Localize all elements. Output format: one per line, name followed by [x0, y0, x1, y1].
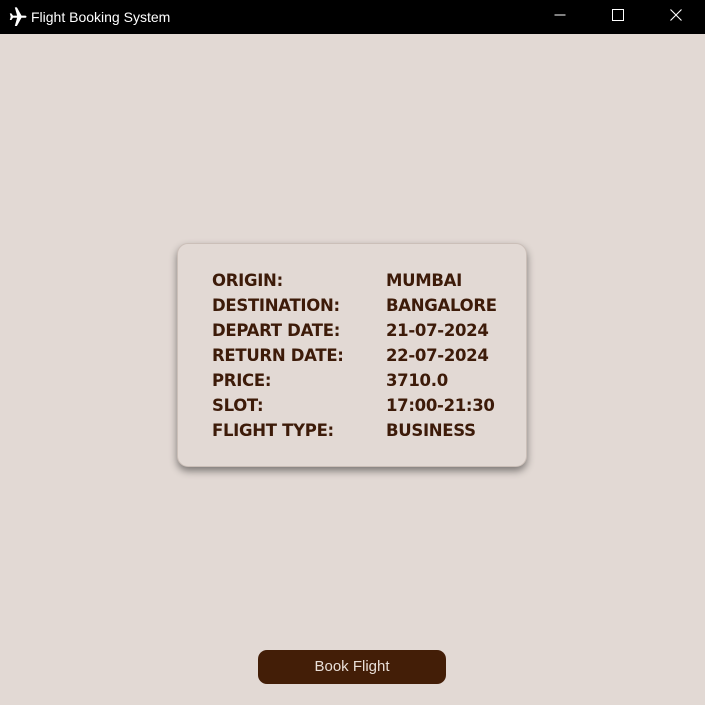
detail-row-slot: SLOT: 17:00-21:30: [212, 393, 512, 418]
app-window: Flight Booking System ORIGIN: MUMBAI DES…: [0, 0, 705, 705]
detail-value: 21-07-2024: [386, 321, 489, 340]
close-button[interactable]: [647, 0, 705, 34]
detail-value: MUMBAI: [386, 271, 462, 290]
minimize-button[interactable]: [531, 0, 589, 34]
detail-label: ORIGIN:: [212, 271, 283, 290]
detail-label: PRICE:: [212, 371, 272, 390]
maximize-icon: [612, 8, 624, 26]
detail-label: RETURN DATE:: [212, 346, 344, 365]
booking-details-card: ORIGIN: MUMBAI DESTINATION: BANGALORE DE…: [177, 243, 527, 467]
detail-row-flight-type: FLIGHT TYPE: BUSINESS: [212, 418, 512, 443]
detail-label: FLIGHT TYPE:: [212, 421, 334, 440]
detail-row-destination: DESTINATION: BANGALORE: [212, 293, 512, 318]
detail-value: 3710.0: [386, 371, 448, 390]
book-flight-button[interactable]: Book Flight: [258, 650, 446, 684]
detail-label: DESTINATION:: [212, 296, 340, 315]
maximize-button[interactable]: [589, 0, 647, 34]
detail-row-price: PRICE: 3710.0: [212, 368, 512, 393]
detail-row-depart-date: DEPART DATE: 21-07-2024: [212, 318, 512, 343]
detail-label: DEPART DATE:: [212, 321, 340, 340]
title-bar[interactable]: Flight Booking System: [0, 0, 705, 34]
detail-row-return-date: RETURN DATE: 22-07-2024: [212, 343, 512, 368]
close-icon: [670, 8, 682, 26]
detail-value: 17:00-21:30: [386, 396, 495, 415]
window-title: Flight Booking System: [31, 9, 171, 25]
detail-value: BUSINESS: [386, 421, 476, 440]
detail-value: 22-07-2024: [386, 346, 489, 365]
airplane-icon: [4, 5, 28, 29]
detail-row-origin: ORIGIN: MUMBAI: [212, 268, 512, 293]
detail-label: SLOT:: [212, 396, 264, 415]
detail-value: BANGALORE: [386, 296, 497, 315]
minimize-icon: [554, 8, 566, 26]
